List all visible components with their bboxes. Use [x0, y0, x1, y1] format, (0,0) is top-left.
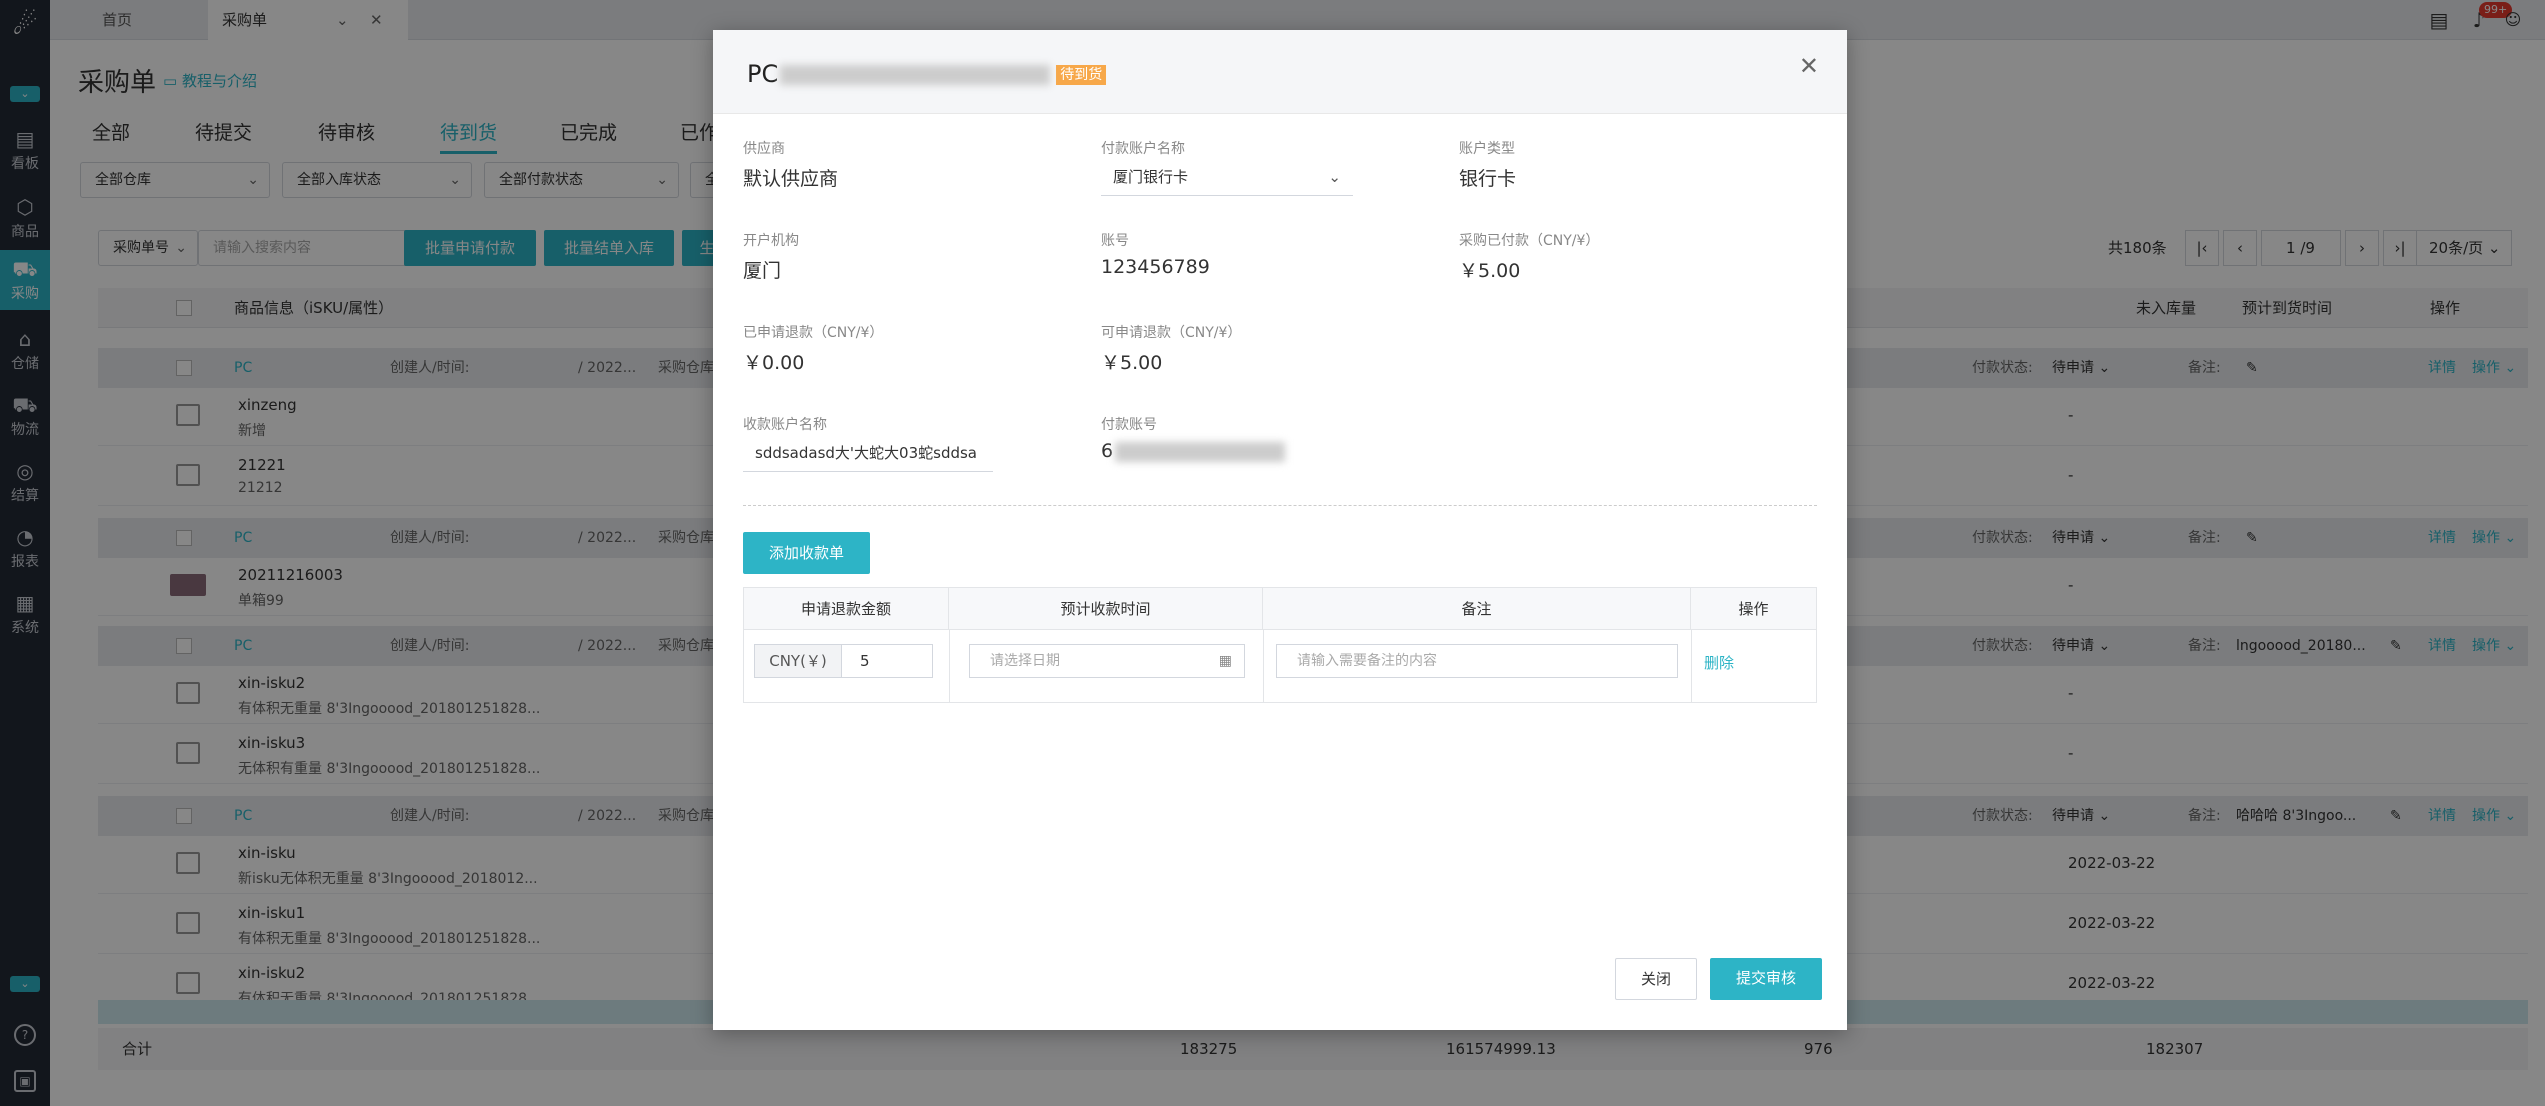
- applied-refund-label: 已申请退款（CNY/¥）: [743, 325, 884, 341]
- divider: [743, 505, 1817, 506]
- redacted-pay-no: [1115, 441, 1286, 462]
- paid-value: ￥5.00: [1459, 260, 1521, 282]
- receive-account-value: sddsadasd大'大蛇大03蛇sddsa: [755, 444, 977, 462]
- account-type-value: 银行卡: [1459, 168, 1517, 190]
- pay-no-value: 6: [1101, 440, 1287, 462]
- account-no-value: 123456789: [1101, 256, 1210, 278]
- date-picker-input[interactable]: 请选择日期 ▦: [969, 644, 1245, 678]
- remark-input[interactable]: 请输入需要备注的内容: [1276, 644, 1678, 678]
- account-type-label: 账户类型: [1459, 141, 1515, 157]
- col-divider: [949, 630, 950, 702]
- order-prefix: PC: [747, 60, 779, 88]
- col-divider: [1263, 630, 1264, 702]
- chevron-down-icon: ⌄: [1328, 168, 1341, 186]
- add-receipt-button[interactable]: 添加收款单: [743, 532, 870, 574]
- applied-refund-value: ￥0.00: [743, 352, 805, 374]
- calendar-icon: ▦: [1218, 653, 1232, 669]
- close-icon[interactable]: ✕: [1799, 52, 1819, 80]
- col-divider: [1691, 630, 1692, 702]
- refund-table: 申请退款金额 预计收款时间 备注 操作 CNY(￥) 5 请选择日期 ▦ 请输入需…: [743, 587, 1817, 703]
- column-expected-date: 预计收款时间: [949, 588, 1263, 630]
- paid-label: 采购已付款（CNY/¥）: [1459, 233, 1600, 249]
- available-refund-value: ￥5.00: [1101, 352, 1163, 374]
- pay-account-select[interactable]: 厦门银行卡 ⌄: [1101, 158, 1353, 196]
- submit-review-button[interactable]: 提交审核: [1710, 958, 1822, 1000]
- receive-account-label: 收款账户名称: [743, 417, 827, 433]
- institution-label: 开户机构: [743, 233, 799, 249]
- delete-link[interactable]: 删除: [1704, 652, 1734, 673]
- modal-header: PC 待到货 ✕: [713, 30, 1847, 114]
- close-button[interactable]: 关闭: [1615, 958, 1697, 1000]
- receive-account-select[interactable]: sddsadasd大'大蛇大03蛇sddsa: [743, 434, 993, 472]
- modal-title: PC 待到货: [747, 60, 1107, 88]
- account-no-label: 账号: [1101, 233, 1129, 249]
- column-remark: 备注: [1263, 588, 1691, 630]
- refund-modal: PC 待到货 ✕ 供应商 默认供应商 付款账户名称 厦门银行卡 ⌄ 账户类型 银行卡…: [713, 30, 1847, 1030]
- column-operation: 操作: [1691, 588, 1816, 630]
- pay-account-value: 厦门银行卡: [1113, 168, 1189, 186]
- column-refund-amount: 申请退款金额: [744, 588, 949, 630]
- date-placeholder: 请选择日期: [990, 653, 1060, 669]
- supplier-label: 供应商: [743, 141, 785, 157]
- currency-label: CNY(￥): [754, 644, 842, 678]
- available-refund-label: 可申请退款（CNY/¥）: [1101, 325, 1242, 341]
- institution-value: 厦门: [743, 260, 782, 282]
- pay-no-label: 付款账号: [1101, 417, 1157, 433]
- redacted-order-number: [780, 65, 1051, 85]
- supplier-value: 默认供应商: [743, 168, 839, 190]
- pay-account-label: 付款账户名称: [1101, 141, 1185, 157]
- status-badge: 待到货: [1056, 65, 1107, 85]
- refund-amount-input[interactable]: 5: [841, 644, 933, 678]
- pay-no-prefix: 6: [1101, 440, 1114, 462]
- remark-placeholder: 请输入需要备注的内容: [1297, 653, 1437, 669]
